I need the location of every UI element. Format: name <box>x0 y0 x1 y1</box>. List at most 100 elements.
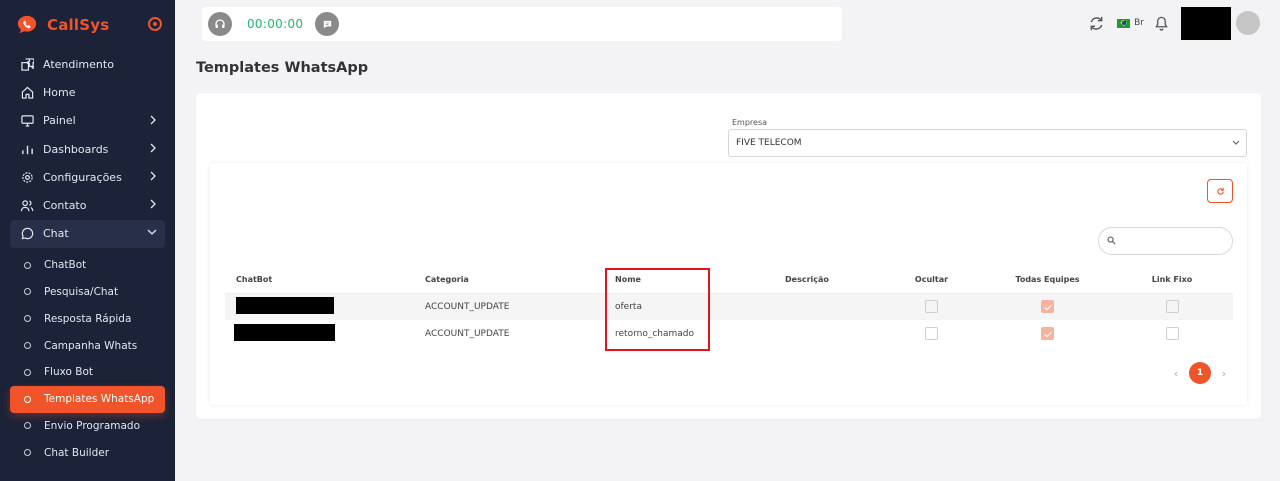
table-row[interactable]: ACCOUNT_UPDATE oferta <box>225 293 1233 320</box>
bell-icon[interactable] <box>1154 15 1169 31</box>
sidebar-item-label: Atendimento <box>43 57 114 71</box>
ocultar-cell <box>879 320 984 347</box>
submenu-item-pesquisa-chat[interactable]: Pesquisa/Chat <box>0 279 175 306</box>
call-toolbar: 00:00:00 <box>202 7 842 41</box>
sidebar-item-dashboards[interactable]: Dashboards <box>0 135 175 163</box>
descricao-cell <box>774 293 879 320</box>
message-icon <box>323 20 331 28</box>
descricao-cell <box>774 320 879 347</box>
monitor-icon <box>20 114 34 128</box>
reload-icon <box>1216 187 1224 195</box>
empresa-select[interactable]: FIVE TELECOM <box>728 129 1247 157</box>
reload-button[interactable] <box>1207 179 1233 203</box>
submenu-item-label: Campanha Whats <box>44 339 138 352</box>
sidebar-item-label: Contato <box>43 199 87 213</box>
search-icon <box>1107 236 1116 245</box>
sidebar-item-home[interactable]: Home <box>0 78 175 106</box>
call-timer: 00:00:00 <box>247 17 304 31</box>
chevron-right-icon <box>150 200 156 209</box>
redacted-chatbot <box>234 323 335 341</box>
column-header-todas-equipes[interactable]: Todas Equipes <box>984 266 1111 294</box>
chatbot-cell <box>225 320 414 347</box>
bullet-icon <box>24 449 31 457</box>
table-header-row: ChatBot Categoria Nome Descrição Ocultar… <box>225 266 1233 294</box>
brand: CallSys <box>0 0 175 50</box>
submenu-item-templates-whatsapp[interactable]: Templates WhatsApp <box>10 385 165 413</box>
headset-icon <box>215 19 225 28</box>
empresa-value: FIVE TELECOM <box>736 138 802 148</box>
link-fixo-cell <box>1111 320 1233 347</box>
ocultar-checkbox[interactable] <box>925 300 938 314</box>
avatar[interactable] <box>1236 11 1260 35</box>
chat-submenu: ChatBot Pesquisa/Chat Resposta Rápida Ca… <box>0 252 175 466</box>
chevron-right-icon <box>150 171 156 181</box>
nome-column-highlight <box>605 268 710 351</box>
templates-table: ChatBot Categoria Nome Descrição Ocultar… <box>225 266 1233 347</box>
prev-page-icon[interactable]: ‹ <box>1167 367 1185 380</box>
submenu-item-campanha-whats[interactable]: Campanha Whats <box>0 332 175 359</box>
bullet-icon <box>24 342 31 350</box>
refresh-icon[interactable] <box>1088 15 1105 32</box>
submenu-item-envio-programado[interactable]: Envio Programado <box>0 413 175 440</box>
chevron-right-icon <box>150 115 156 125</box>
chat-bubble-icon <box>20 227 34 241</box>
sidebar-item-atendimento[interactable]: Atendimento <box>0 50 175 78</box>
sidebar-item-painel[interactable]: Painel <box>0 107 175 135</box>
column-header-categoria[interactable]: Categoria <box>414 266 604 294</box>
bullet-icon <box>24 395 31 403</box>
chevron-right-icon <box>150 143 156 153</box>
submenu-item-chatbot[interactable]: ChatBot <box>0 252 175 279</box>
logo-icon <box>17 15 37 34</box>
column-header-descricao[interactable]: Descrição <box>774 266 879 294</box>
link-fixo-checkbox[interactable] <box>1165 300 1179 314</box>
ocultar-checkbox[interactable] <box>925 327 938 340</box>
column-header-ocultar[interactable]: Ocultar <box>879 266 984 294</box>
bullet-icon <box>24 315 31 323</box>
submenu-item-chat-builder[interactable]: Chat Builder <box>0 439 175 466</box>
headset-button[interactable] <box>208 12 232 36</box>
sidebar-item-label: Dashboards <box>43 142 109 156</box>
language-label: Br <box>1134 18 1144 28</box>
link-fixo-checkbox[interactable] <box>1165 327 1179 340</box>
bar-chart-icon <box>20 142 34 156</box>
submenu-item-label: Fluxo Bot <box>44 366 94 379</box>
link-fixo-cell <box>1111 293 1233 320</box>
sidebar-item-contato[interactable]: Contato <box>0 191 175 219</box>
brand-name: CallSys <box>47 16 110 34</box>
column-header-link-fixo[interactable]: Link Fixo <box>1111 266 1233 294</box>
home-icon <box>20 85 34 99</box>
sidebar-item-configuracoes[interactable]: Configurações <box>0 163 175 191</box>
search-input[interactable] <box>1098 227 1233 255</box>
table-row[interactable]: ACCOUNT_UPDATE retorno_chamado <box>225 320 1233 347</box>
todas-equipes-checkbox[interactable] <box>1041 300 1054 314</box>
chevron-down-icon <box>147 229 157 235</box>
sidebar-item-label: Painel <box>43 114 76 128</box>
sidebar-item-label: Chat <box>43 227 69 241</box>
chevron-down-icon <box>1232 140 1240 145</box>
submenu-item-label: Chat Builder <box>44 446 110 459</box>
submenu-item-resposta-rapida[interactable]: Resposta Rápida <box>0 305 175 332</box>
sidebar-item-label: Configurações <box>43 170 122 184</box>
sidebar-nav: Atendimento Home Painel Dashboards Confi… <box>0 50 175 248</box>
language-selector[interactable]: Br <box>1117 18 1144 28</box>
next-page-icon[interactable]: › <box>1215 367 1233 380</box>
submenu-item-label: Pesquisa/Chat <box>44 285 119 298</box>
page-button[interactable]: 1 <box>1189 362 1211 384</box>
submenu-item-fluxo-bot[interactable]: Fluxo Bot <box>0 359 175 386</box>
header-actions: Br <box>1088 6 1260 40</box>
sidebar-toggle-icon[interactable] <box>148 17 162 31</box>
categoria-cell: ACCOUNT_UPDATE <box>425 328 510 339</box>
sidebar-item-chat[interactable]: Chat <box>10 219 165 248</box>
users-icon <box>20 199 34 213</box>
brazil-flag-icon <box>1117 18 1131 28</box>
puzzle-icon <box>20 57 34 71</box>
message-button[interactable] <box>315 12 340 36</box>
submenu-item-label: Envio Programado <box>44 419 141 432</box>
submenu-item-label: ChatBot <box>44 259 87 272</box>
bullet-icon <box>24 288 31 296</box>
bullet-icon <box>24 422 31 430</box>
todas-equipes-checkbox[interactable] <box>1041 327 1054 340</box>
column-header-chatbot[interactable]: ChatBot <box>225 266 414 294</box>
submenu-item-label: Resposta Rápida <box>44 312 132 325</box>
page-title: Templates WhatsApp <box>196 60 369 76</box>
